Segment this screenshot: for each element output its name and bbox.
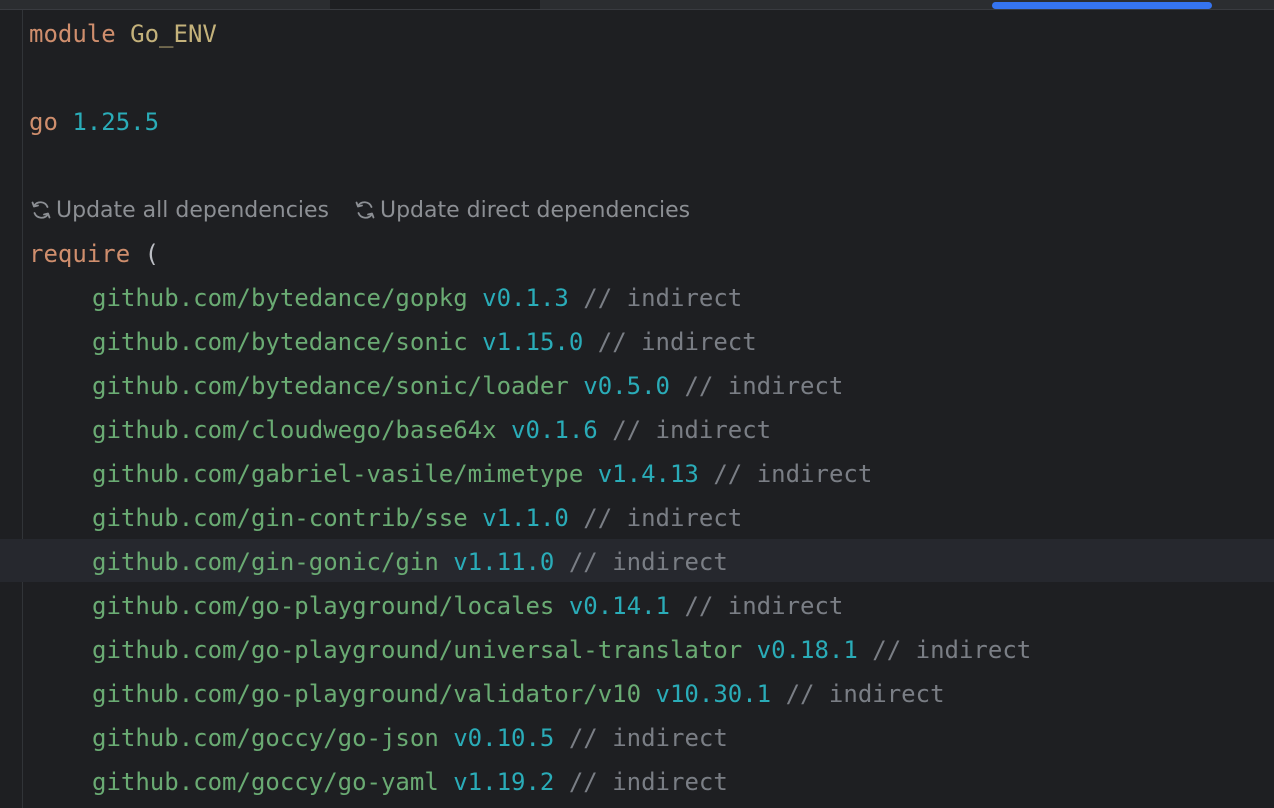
dependency-path: github.com/bytedance/gopkg <box>92 284 468 312</box>
dependency-version: v1.1.0 <box>482 504 569 532</box>
dependency-path: github.com/go-playground/validator/v10 <box>92 680 642 708</box>
module-line[interactable]: module Go_ENV <box>29 12 217 56</box>
dependency-comment: // indirect <box>568 724 728 752</box>
update-direct-dependencies-button[interactable]: Update direct dependencies <box>353 198 690 223</box>
dependency-comment: // indirect <box>684 372 844 400</box>
dependency-line[interactable]: github.com/goccy/go-json v0.10.5 // indi… <box>92 716 728 760</box>
dependency-version: v10.30.1 <box>655 680 772 708</box>
go-keyword: go <box>29 108 58 136</box>
go-version: 1.25.5 <box>72 108 160 136</box>
dependency-path: github.com/goccy/go-json <box>92 724 439 752</box>
dependency-version: v1.11.0 <box>453 548 555 576</box>
update-all-dependencies-label: Update all dependencies <box>56 197 329 223</box>
dependency-path: github.com/bytedance/sonic/loader <box>92 372 569 400</box>
dependency-line[interactable]: github.com/gin-contrib/sse v1.1.0 // ind… <box>92 496 742 540</box>
dependency-line[interactable]: github.com/bytedance/sonic/loader v0.5.0… <box>92 364 843 408</box>
dependency-version: v0.1.3 <box>482 284 569 312</box>
require-keyword: require <box>29 240 131 268</box>
dependency-comment: // indirect <box>583 504 743 532</box>
open-paren: ( <box>144 240 160 268</box>
dependency-path: github.com/gabriel-vasile/mimetype <box>92 460 584 488</box>
dependency-comment: // indirect <box>612 416 772 444</box>
tab-strip-segment <box>330 0 540 9</box>
module-name: Go_ENV <box>130 20 217 48</box>
dependency-comment: // indirect <box>684 592 844 620</box>
dependency-version: v0.1.6 <box>511 416 598 444</box>
dependency-path: github.com/go-playground/universal-trans… <box>92 636 743 664</box>
dependency-line[interactable]: github.com/bytedance/gopkg v0.1.3 // ind… <box>92 276 742 320</box>
dependency-line[interactable]: github.com/bytedance/sonic v1.15.0 // in… <box>92 320 757 364</box>
code-editor[interactable]: module Go_ENV go 1.25.5 Update all depen… <box>0 0 1274 808</box>
dependency-version: v1.4.13 <box>597 460 699 488</box>
dependency-path: github.com/cloudwego/base64x <box>92 416 497 444</box>
go-version-line[interactable]: go 1.25.5 <box>29 100 159 144</box>
dependency-version: v0.18.1 <box>756 636 858 664</box>
dependency-version: v0.14.1 <box>568 592 670 620</box>
editor-tab-strip <box>0 0 1274 10</box>
refresh-icon <box>31 201 51 219</box>
dependency-path: github.com/goccy/go-yaml <box>92 768 439 796</box>
dependency-version: v1.15.0 <box>482 328 584 356</box>
dependency-path: github.com/gin-contrib/sse <box>92 504 468 532</box>
horizontal-scrollbar-thumb[interactable] <box>992 2 1212 9</box>
dependency-comment: // indirect <box>713 460 873 488</box>
dependency-inlay-actions: Update all dependencies Update direct de… <box>29 188 714 232</box>
dependency-line[interactable]: github.com/cloudwego/base64x v0.1.6 // i… <box>92 408 771 452</box>
dependency-comment: // indirect <box>785 680 945 708</box>
dependency-version: v1.19.2 <box>453 768 555 796</box>
dependency-comment: // indirect <box>872 636 1032 664</box>
dependency-comment: // indirect <box>597 328 757 356</box>
tab-strip-segment <box>0 0 330 9</box>
update-direct-dependencies-label: Update direct dependencies <box>379 197 691 223</box>
gutter-divider <box>22 10 23 808</box>
dependency-line[interactable]: github.com/go-playground/validator/v10 v… <box>92 672 945 716</box>
dependency-path: github.com/go-playground/locales <box>92 592 555 620</box>
dependency-comment: // indirect <box>583 284 743 312</box>
dependency-version: v0.5.0 <box>583 372 670 400</box>
refresh-icon <box>355 201 375 219</box>
dependency-comment: // indirect <box>568 548 728 576</box>
dependency-path: github.com/bytedance/sonic <box>92 328 468 356</box>
dependency-version: v0.10.5 <box>453 724 555 752</box>
dependency-path: github.com/gin-gonic/gin <box>92 548 439 576</box>
require-line[interactable]: require ( <box>29 232 159 276</box>
module-keyword: module <box>29 20 116 48</box>
update-all-dependencies-button[interactable]: Update all dependencies <box>29 198 329 223</box>
dependency-comment: // indirect <box>568 768 728 796</box>
dependency-line[interactable]: github.com/gabriel-vasile/mimetype v1.4.… <box>92 452 872 496</box>
dependency-line[interactable]: github.com/gin-gonic/gin v1.11.0 // indi… <box>92 540 728 584</box>
dependency-line[interactable]: github.com/go-playground/locales v0.14.1… <box>92 584 843 628</box>
dependency-line[interactable]: github.com/goccy/go-yaml v1.19.2 // indi… <box>92 760 728 804</box>
dependency-line[interactable]: github.com/go-playground/universal-trans… <box>92 628 1031 672</box>
